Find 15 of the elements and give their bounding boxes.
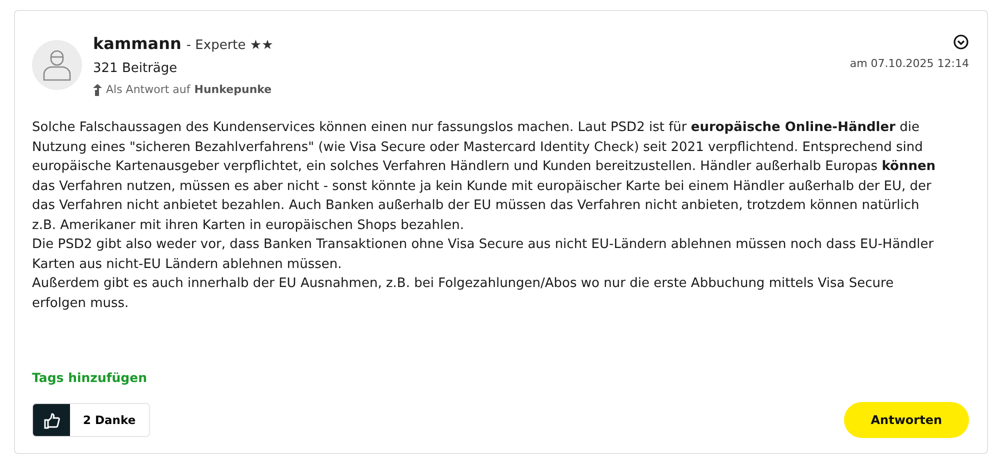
post-paragraph: Solche Falschaussagen des Kundenservices können einen nur fassungslos machen. Laut PSD2 ist für europäische Online-Händler die Nutzung eines "sicheren Bezahlverfahrens" (wie Visa Secure oder Mastercard Identity Check) seit 2021 verpflichtend. Entsprechend sind europäische Kartenausgeber verpflichtet, ein solches Verfahren Händlern und Kunden bereitzustellen. Händler außerhalb Europas können das Verfahren nutzen, müssen es aber nicht - sonst könnte ja kein Kunde mit europäischer Karte bei einem Händler außerhalb der EU, der das Verfahren nicht anbietet bezahlen. Auch Banken außerhalb der EU müssen das Verfahren nicht anbieten, trotzdem können natürlich z.B. Amerikaner mit ihren Karten in europäischen Shops bezahlen. — [32, 119, 937, 234]
add-tags-link[interactable]: Tags hinzufügen — [32, 370, 969, 385]
author-rank: - Experte ★★ — [186, 38, 274, 53]
reply-arrow-icon — [93, 84, 102, 96]
reply-label: Als Antwort auf — [106, 83, 190, 96]
author-name[interactable]: kammann — [93, 34, 182, 53]
reply-button[interactable]: Antworten — [844, 402, 969, 438]
kudos-button[interactable]: 2 Danke — [32, 403, 150, 437]
post-date: am 07.10.2025 12:14 — [850, 57, 969, 70]
avatar-icon — [32, 40, 82, 90]
chevron-down-icon[interactable] — [953, 34, 969, 50]
post-count: 321 Beiträge — [93, 61, 178, 76]
reply-to-link[interactable]: Hunkepunke — [194, 83, 272, 96]
post-paragraph: Außerdem gibt es auch innerhalb der EU Ausnahmen, z.B. bei Folgezahlungen/Abos wo nur die erste Abbuchung mittels Visa Secure erfolgen muss. — [32, 275, 895, 312]
post-paragraph: Die PSD2 gibt also weder vor, dass Banken Transaktionen ohne Visa Secure aus nicht EU-Ländern ablehnen müssen noch dass EU-Händler Karten aus nicht-EU Ländern ablehnen müssen. — [32, 236, 935, 274]
